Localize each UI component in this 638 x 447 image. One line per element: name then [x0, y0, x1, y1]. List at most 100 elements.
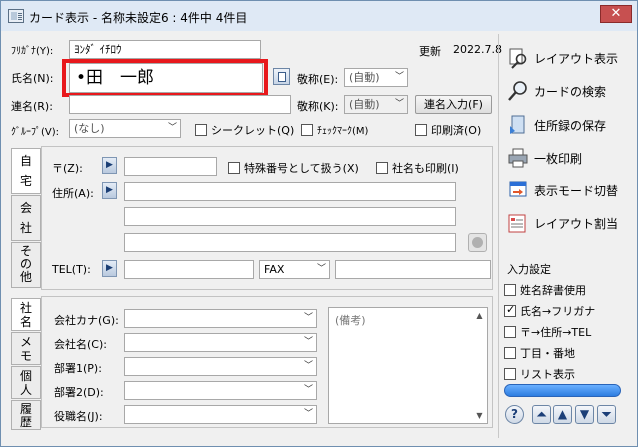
updated-date: 2022.7.8 [453, 43, 502, 56]
checkmark-checkbox[interactable]: ﾁｪｯｸﾏｰｸ(M) [301, 122, 368, 137]
save-addressbook-label: 住所録の保存 [534, 118, 607, 133]
magnifier-icon [509, 48, 527, 69]
first-card-button[interactable]: ⏶ [532, 405, 551, 424]
special-number-checkbox[interactable]: 特殊番号として扱う(X) [228, 160, 359, 176]
address-line1-input[interactable] [124, 182, 456, 201]
tab-company-name-label: 社名 [19, 301, 32, 329]
tab-history[interactable]: 履歴 [11, 400, 41, 430]
help-button[interactable]: ? [505, 405, 524, 424]
tab-company[interactable]: 会社 [11, 195, 41, 241]
setting-list-view[interactable]: リスト表示 [504, 366, 575, 382]
zip-input[interactable] [124, 157, 217, 176]
tab-history-label: 履歴 [19, 402, 32, 429]
tab-memo[interactable]: メモ [11, 332, 41, 365]
secret-label: シークレット(Q) [211, 124, 295, 137]
setting-list-view-box[interactable] [504, 368, 516, 380]
tab-company-name[interactable]: 社名 [11, 298, 41, 331]
layout-assign-icon [508, 214, 526, 233]
printed-checkbox[interactable]: 印刷済(O) [415, 122, 481, 138]
setting-zip-address-tel[interactable]: 〒→住所→TEL [504, 324, 591, 340]
layout-assign-button[interactable]: レイアウト割当 [507, 212, 618, 234]
last-card-button[interactable]: ⏷ [597, 405, 616, 424]
honorific2-select[interactable]: (自動) ﹀ [344, 95, 408, 114]
special-number-box[interactable] [228, 162, 240, 174]
scroll-down-icon[interactable]: ▼ [472, 408, 487, 423]
setting-chome-banchi[interactable]: 丁目・番地 [504, 345, 575, 361]
address-lookup-button[interactable]: ▶ [102, 182, 117, 199]
department1-select[interactable]: ﹀ [124, 357, 317, 376]
save-icon [510, 115, 525, 134]
window-title: カード表示 - 名称未設定6 : 4件中 4件目 [29, 11, 248, 25]
setting-zip-address-tel-label: 〒→住所→TEL [520, 326, 592, 339]
department2-select[interactable]: ﹀ [124, 381, 317, 400]
company-name-select[interactable]: ﹀ [124, 333, 317, 352]
fax-select[interactable]: FAX ﹀ [259, 260, 330, 279]
honorific2-label: 敬称(K): [297, 100, 339, 113]
map-icon[interactable] [468, 233, 487, 252]
company-print-box[interactable] [376, 162, 388, 174]
memo-placeholder: (備考) [335, 314, 366, 327]
setting-chome-banchi-label: 丁目・番地 [520, 347, 575, 360]
joint-input-button[interactable]: 連名入力(F) [415, 95, 492, 114]
checkmark-box[interactable] [301, 123, 313, 136]
tab-other[interactable]: その他 [11, 242, 41, 288]
secret-checkbox[interactable]: シークレット(Q) [195, 122, 294, 138]
chevron-down-icon: ﹀ [303, 337, 313, 347]
setting-name-dictionary[interactable]: 姓名辞書使用 [504, 282, 586, 298]
chevron-down-icon: ﹀ [316, 264, 326, 274]
printed-box[interactable] [415, 124, 427, 136]
scroll-up-icon[interactable]: ▲ [472, 308, 487, 323]
group-label: ｸﾞﾙｰﾌﾟ(V): [11, 127, 60, 138]
company-kana-select[interactable]: ﹀ [124, 309, 317, 328]
setting-name-to-furigana-box[interactable] [504, 303, 516, 317]
dictionary-icon[interactable] [273, 68, 290, 85]
honorific-select[interactable]: (自動) ﹀ [344, 68, 408, 87]
name-label: 氏名(N): [11, 72, 54, 85]
setting-zip-address-tel-box[interactable] [504, 326, 516, 338]
card-search-button[interactable]: カードの検索 [507, 80, 606, 102]
department2-label: 部署2(D): [54, 386, 104, 399]
input-settings-title: 入力設定 [507, 263, 551, 276]
setting-name-to-furigana[interactable]: 氏名→フリガナ [504, 303, 595, 319]
furigana-input[interactable]: ﾖﾝﾀﾞ ｲﾁﾛｳ [69, 40, 261, 59]
tab-personal-label: 個人 [19, 369, 32, 397]
address-line2-input[interactable] [124, 207, 456, 226]
job-title-select[interactable]: ﹀ [124, 405, 317, 424]
fax-input[interactable] [335, 260, 491, 279]
close-button[interactable]: ✕ [600, 5, 632, 23]
zip-label: 〒(Z): [52, 162, 83, 175]
tab-home[interactable]: 自宅 [11, 148, 41, 194]
layout-display-button[interactable]: レイアウト表示 [507, 47, 618, 69]
chevron-down-icon: ﹀ [394, 99, 404, 109]
company-print-checkbox[interactable]: 社名も印刷(I) [376, 160, 459, 176]
secret-box[interactable] [195, 124, 207, 136]
app-card-icon [8, 9, 24, 23]
view-mode-icon [509, 181, 527, 197]
save-addressbook-button[interactable]: 住所録の保存 [507, 114, 606, 136]
setting-chome-banchi-box[interactable] [504, 347, 516, 359]
chevron-down-icon: ﹀ [394, 72, 404, 82]
memo-textarea[interactable]: (備考) ▲ ▼ [328, 307, 488, 424]
tab-personal[interactable]: 個人 [11, 366, 41, 399]
updated-label: 更新 [419, 45, 441, 58]
joint-name-input[interactable] [69, 95, 291, 114]
setting-name-dictionary-box[interactable] [504, 284, 516, 296]
company-name-label: 会社名(C): [54, 338, 107, 351]
group-select[interactable]: (なし) ﹀ [69, 119, 181, 138]
zip-lookup-button[interactable]: ▶ [102, 157, 117, 174]
address-line3-input[interactable] [124, 233, 456, 252]
print-single-button[interactable]: 一枚印刷 [507, 147, 582, 169]
progress-bar [504, 384, 621, 397]
previous-card-button[interactable]: ▲ [553, 405, 572, 424]
special-number-label: 特殊番号として扱う(X) [244, 162, 359, 175]
checkmark-label: ﾁｪｯｸﾏｰｸ(M) [317, 126, 369, 137]
chevron-down-icon: ﹀ [303, 361, 313, 371]
next-card-button[interactable]: ▼ [575, 405, 594, 424]
title-bar[interactable]: カード表示 - 名称未設定6 : 4件中 4件目 ✕ [1, 1, 637, 31]
tel-lookup-button[interactable]: ▶ [102, 260, 117, 277]
tel-input[interactable] [124, 260, 254, 279]
group-value: (なし) [74, 122, 105, 135]
honorific-label: 敬称(E): [297, 73, 339, 86]
view-mode-button[interactable]: 表示モード切替 [507, 179, 618, 201]
card-search-label: カードの検索 [534, 84, 607, 99]
